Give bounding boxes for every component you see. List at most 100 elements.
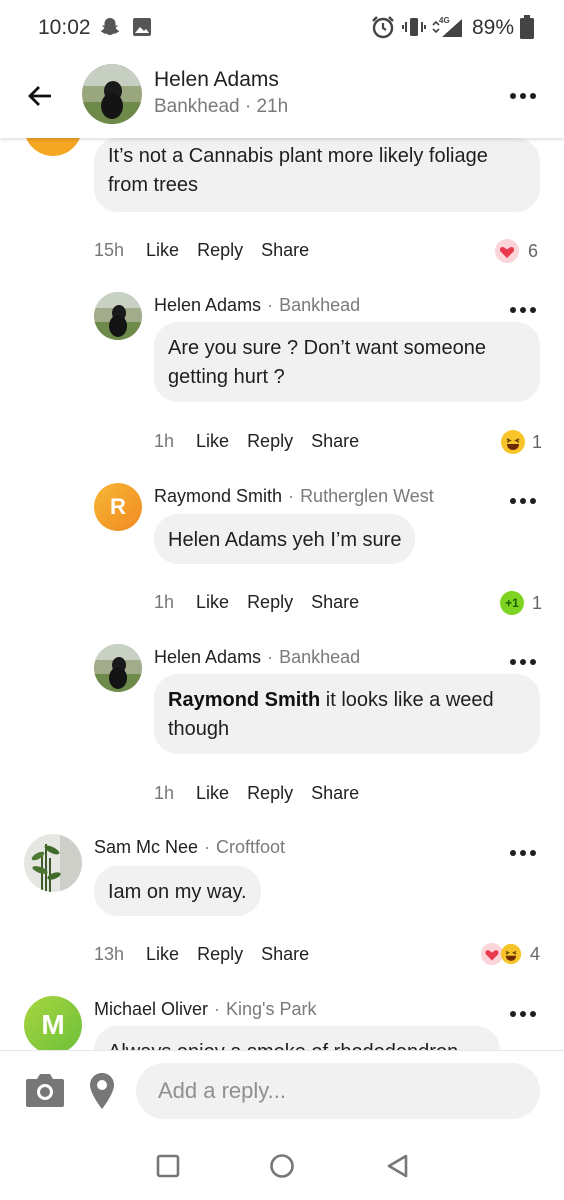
reaction-count: 1: [532, 592, 543, 613]
avatar[interactable]: R: [24, 138, 82, 156]
share-button[interactable]: Share: [311, 592, 359, 613]
dog-photo-avatar-image: [82, 64, 142, 124]
battery-icon: [518, 14, 536, 40]
comment-bubble: Iam on my way.: [94, 866, 261, 916]
avatar[interactable]: [94, 292, 142, 340]
poster-meta: Bankhead · 21h: [154, 96, 288, 118]
avatar[interactable]: [24, 834, 82, 892]
vibrate-icon: [402, 14, 426, 40]
comment-actions: 15h Like Reply Share: [94, 240, 327, 261]
comment-bubble: Are you sure ? Don’t want someone gettin…: [154, 322, 540, 402]
plus-one-reaction-icon: +1: [500, 591, 524, 615]
comment-actions: 1h Like Reply Share: [154, 431, 377, 452]
share-button[interactable]: Share: [311, 783, 359, 804]
share-button[interactable]: Share: [311, 431, 359, 452]
like-button[interactable]: Like: [196, 431, 229, 452]
avatar[interactable]: R: [94, 483, 142, 531]
dog-photo-avatar-image: [94, 644, 142, 692]
laughing-emoji-icon: [500, 943, 522, 965]
poster-location: Bankhead: [154, 96, 240, 117]
comment-author-line: Helen Adams · Bankhead: [154, 295, 360, 316]
comment-more-button[interactable]: [508, 1008, 538, 1020]
triangle-back-icon: [387, 1154, 408, 1178]
snapchat-icon: [98, 14, 122, 40]
comment-author[interactable]: Michael Oliver: [94, 999, 208, 1019]
meta-separator: ·: [214, 999, 221, 1019]
circle-icon: [270, 1154, 294, 1178]
battery-percent: 89%: [472, 16, 515, 39]
comment-more-button[interactable]: [508, 847, 538, 859]
mention-link[interactable]: Raymond Smith: [168, 689, 320, 711]
comment-more-button[interactable]: [508, 656, 538, 668]
like-button[interactable]: Like: [196, 592, 229, 613]
comment-author-line: Raymond Smith · Rutherglen West: [154, 486, 434, 507]
avatar[interactable]: [82, 64, 142, 124]
reaction-summary[interactable]: +1 1: [500, 591, 542, 615]
comment-bubble: Raymond Smith it looks like a weed thoug…: [154, 674, 540, 754]
comment-author-line: Michael Oliver · King's Park: [94, 999, 317, 1020]
reply-button[interactable]: Reply: [247, 431, 293, 452]
heart-reaction-icon: [495, 239, 519, 263]
like-button[interactable]: Like: [146, 240, 179, 261]
comment-author[interactable]: Helen Adams: [154, 295, 261, 315]
comment-time: 15h: [94, 240, 125, 260]
comment-author-line: Sam Mc Nee · Croftfoot: [94, 837, 285, 858]
comment-text: Are you sure ? Don’t want someone gettin…: [168, 337, 486, 388]
comment-text: It’s not a Cannabis plant more likely fo…: [108, 145, 488, 196]
gallery-icon: [130, 14, 154, 40]
status-bar: 10:02 4G 89%: [0, 0, 564, 56]
like-button[interactable]: Like: [196, 783, 229, 804]
avatar[interactable]: M: [24, 996, 82, 1050]
meta-separator: ·: [239, 96, 257, 117]
comment-author[interactable]: Helen Adams: [154, 647, 261, 667]
reply-button[interactable]: Reply: [247, 592, 293, 613]
poster-name[interactable]: Helen Adams: [154, 68, 279, 92]
avatar-letter: R: [44, 138, 63, 143]
comment-more-button[interactable]: [508, 495, 538, 507]
back-nav-button[interactable]: [384, 1152, 412, 1180]
share-button[interactable]: Share: [261, 240, 309, 261]
status-time: 10:02: [38, 16, 91, 39]
home-button[interactable]: [268, 1152, 296, 1180]
square-icon: [156, 1154, 180, 1178]
reply-button[interactable]: Reply: [197, 240, 243, 261]
comments-list: R It’s not a Cannabis plant more likely …: [0, 138, 564, 1050]
plant-photo-avatar-image: [24, 834, 82, 892]
meta-separator: ·: [288, 486, 295, 506]
comment-more-button[interactable]: [508, 304, 538, 316]
post-time: 21h: [256, 96, 289, 117]
comment-text: Always enjoy a smoke of rhododendron: [108, 1041, 458, 1050]
comment-author[interactable]: Raymond Smith: [154, 486, 282, 506]
share-button[interactable]: Share: [261, 944, 309, 965]
reply-bar: [0, 1050, 564, 1134]
camera-button[interactable]: [24, 1071, 66, 1111]
system-navigation-bar: [0, 1134, 564, 1200]
reaction-count: 4: [530, 943, 541, 964]
more-options-button[interactable]: [508, 90, 538, 102]
dog-photo-avatar-image: [94, 292, 142, 340]
meta-separator: ·: [204, 837, 211, 857]
reply-button[interactable]: Reply: [197, 944, 243, 965]
avatar[interactable]: [94, 644, 142, 692]
camera-icon: [26, 1074, 64, 1107]
reply-button[interactable]: Reply: [247, 783, 293, 804]
comment-author-line: Helen Adams · Bankhead: [154, 647, 360, 668]
post-header: Helen Adams Bankhead · 21h: [0, 56, 564, 138]
back-button[interactable]: [22, 78, 58, 114]
like-button[interactable]: Like: [146, 944, 179, 965]
reaction-summary[interactable]: 1: [500, 429, 542, 455]
recent-apps-button[interactable]: [154, 1152, 182, 1180]
comment-time: 1h: [154, 783, 175, 803]
meta-separator: ·: [267, 295, 274, 315]
arrow-left-icon: [28, 86, 51, 106]
comment-time: 13h: [94, 944, 125, 964]
location-button[interactable]: [88, 1071, 116, 1111]
meta-separator: ·: [267, 647, 274, 667]
reaction-summary[interactable]: 6: [494, 238, 538, 264]
reaction-summary[interactable]: 4: [480, 942, 540, 966]
comment-author[interactable]: Sam Mc Nee: [94, 837, 198, 857]
reply-input[interactable]: [136, 1063, 540, 1119]
comment-location: Bankhead: [279, 647, 361, 667]
location-pin-icon: [90, 1073, 114, 1109]
reaction-count: 6: [528, 240, 539, 261]
